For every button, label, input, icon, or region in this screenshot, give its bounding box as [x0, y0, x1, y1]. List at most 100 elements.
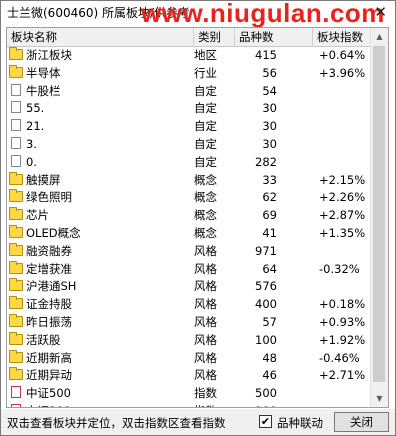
list-rows: 浙江板块 地区 415 +0.64% 半导体 行业 56 +3.96% 牛股栏 自定 54 55. 自定…: [7, 47, 371, 407]
table-row[interactable]: 绿色照明 概念 62 +2.26%: [7, 189, 371, 207]
sector-count: 46: [262, 368, 277, 383]
column-header-name[interactable]: 板块名称: [7, 28, 194, 46]
linkage-checkbox-label[interactable]: 品种联动: [277, 415, 323, 431]
table-row[interactable]: 21. 自定 30: [7, 118, 371, 136]
sector-count: 282: [255, 154, 277, 169]
sector-type: 自定: [194, 101, 217, 116]
table-row[interactable]: 半导体 行业 56 +3.96%: [7, 64, 371, 83]
page-icon: [11, 83, 21, 96]
sector-count: 69: [262, 208, 277, 223]
sector-name: 3.: [9, 136, 192, 154]
sector-name: 浙江板块: [9, 47, 192, 65]
chevron-down-icon[interactable]: ▼: [371, 390, 388, 407]
sector-name-text: OLED概念: [26, 225, 81, 240]
sector-type: 风格: [194, 314, 217, 329]
sector-name: 上证380: [9, 403, 192, 407]
table-row[interactable]: 定增获准 风格 64 -0.32%: [7, 260, 371, 279]
sector-type: 概念: [194, 190, 217, 205]
folder-icon: [9, 349, 23, 363]
folder-icon: [9, 278, 23, 292]
close-icon[interactable]: ✕: [374, 3, 387, 21]
sector-name-text: 定增获准: [26, 261, 72, 276]
table-row[interactable]: 沪港通SH 风格 576: [7, 278, 371, 296]
sector-name-text: 活跃股: [26, 332, 61, 347]
folder-icon: [9, 47, 23, 60]
table-row[interactable]: 触摸屏 概念 33 +2.15%: [7, 171, 371, 190]
close-button[interactable]: 关闭: [334, 412, 389, 432]
column-header-type[interactable]: 类别: [194, 28, 235, 46]
sector-type: 自定: [194, 83, 217, 98]
sector-count: 41: [262, 225, 277, 240]
sector-type: 风格: [194, 297, 217, 312]
sector-name-text: 沪港通SH: [26, 279, 77, 294]
table-row[interactable]: OLED概念 概念 41 +1.35%: [7, 224, 371, 243]
sector-name-text: 21.: [26, 119, 45, 134]
table-row[interactable]: 融资融券 风格 971: [7, 242, 371, 261]
sector-name: 半导体: [9, 64, 192, 83]
sector-index: +2.15%: [319, 172, 366, 187]
sector-name: 牛股栏: [9, 83, 192, 101]
sector-name-text: 融资融券: [26, 243, 72, 258]
sector-list[interactable]: 板块名称 类别 品种数 板块指数 浙江板块 地区 415 +0.64% 半导体 行业 56 +…: [6, 27, 389, 408]
table-row[interactable]: 证金持股 风格 400 +0.18%: [7, 296, 371, 314]
table-row[interactable]: 芯片 概念 69 +2.87%: [7, 207, 371, 225]
sector-name-text: 3.: [26, 136, 37, 151]
sector-index: +0.18%: [319, 297, 366, 312]
sector-name-text: 中证500: [26, 386, 71, 401]
table-row[interactable]: 中证500 指数 500: [7, 385, 371, 403]
sector-name-text: 0.: [26, 154, 37, 169]
sector-name: 芯片: [9, 207, 192, 225]
sector-type: 自定: [194, 119, 217, 134]
folder-icon: [9, 296, 23, 310]
sector-count: 64: [262, 261, 277, 276]
sector-count: 400: [255, 297, 277, 312]
table-row[interactable]: 浙江板块 地区 415 +0.64%: [7, 47, 371, 65]
vertical-scrollbar[interactable]: ▲ ▼: [370, 28, 388, 407]
table-row[interactable]: 0. 自定 282: [7, 154, 371, 172]
folder-icon: [9, 313, 23, 327]
table-row[interactable]: 近期异动 风格 46 +2.71%: [7, 367, 371, 385]
column-header-index[interactable]: 板块指数: [313, 28, 371, 46]
linkage-checkbox[interactable]: ✔: [259, 415, 272, 428]
sector-name-text: 芯片: [26, 208, 49, 223]
sector-index: +2.71%: [319, 368, 366, 383]
sector-type: 指数: [194, 386, 217, 401]
sector-name-text: 绿色照明: [26, 190, 72, 205]
page-icon: [11, 119, 21, 132]
sector-name-text: 昨日振荡: [26, 314, 72, 329]
chevron-up-icon[interactable]: ▲: [371, 28, 388, 45]
sector-name-text: 55.: [26, 101, 45, 116]
page-icon: [11, 154, 21, 167]
table-row[interactable]: 55. 自定 30: [7, 100, 371, 118]
table-row[interactable]: 牛股栏 自定 54: [7, 83, 371, 101]
sector-type: 指数: [194, 403, 217, 407]
table-row[interactable]: 近期新高 风格 48 -0.46%: [7, 349, 371, 368]
sector-count: 48: [262, 350, 277, 365]
folder-icon: [9, 260, 23, 274]
scrollbar-thumb[interactable]: [373, 46, 385, 382]
table-row[interactable]: 上证380 指数 380: [7, 403, 371, 407]
sector-count: 56: [262, 65, 277, 80]
sector-index: +3.96%: [319, 65, 366, 80]
sector-name: 中证500: [9, 385, 192, 403]
column-header-count[interactable]: 品种数: [235, 28, 313, 46]
sector-type: 风格: [194, 243, 217, 258]
sector-count: 415: [255, 48, 277, 62]
sector-name-text: 近期异动: [26, 368, 72, 383]
sector-name-text: 近期新高: [26, 350, 72, 365]
table-row[interactable]: 昨日振荡 风格 57 +0.93%: [7, 313, 371, 332]
sector-count: 30: [262, 136, 277, 151]
page-icon: [11, 136, 21, 149]
table-row[interactable]: 3. 自定 30: [7, 136, 371, 154]
table-row[interactable]: 活跃股 风格 100 +1.92%: [7, 331, 371, 350]
folder-icon: [9, 242, 23, 256]
sector-name: 55.: [9, 100, 192, 118]
sector-type: 风格: [194, 368, 217, 383]
folder-icon: [9, 224, 23, 238]
sector-count: 500: [255, 386, 277, 401]
sector-name: 21.: [9, 118, 192, 136]
sector-type: 概念: [194, 172, 217, 187]
sector-type: 自定: [194, 136, 217, 151]
sector-count: 57: [262, 314, 277, 329]
sector-name: OLED概念: [9, 224, 192, 243]
